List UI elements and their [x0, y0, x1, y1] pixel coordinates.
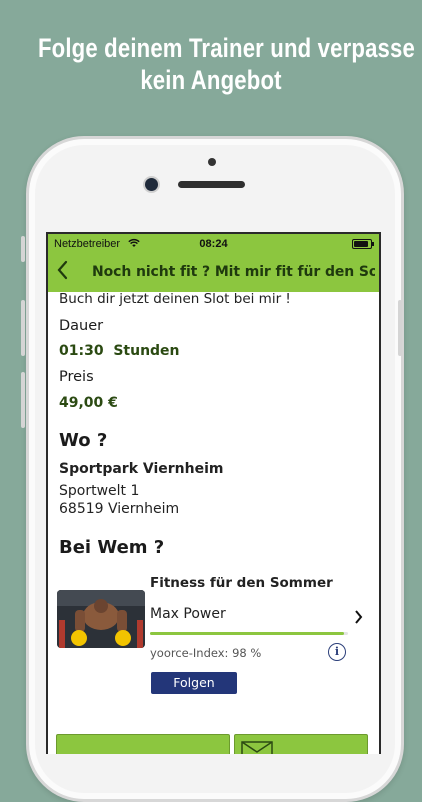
- trainer-first-name: Max: [150, 606, 179, 622]
- mail-icon: [241, 741, 273, 754]
- app-screen: Netzbetreiber 08:24 Noch nicht fit ? Mit…: [46, 232, 381, 754]
- venue-zip: 68519: [59, 501, 104, 517]
- trainer-last-name: Power: [183, 606, 226, 622]
- phone-power-button: [398, 300, 402, 356]
- price-label: Preis: [59, 369, 94, 385]
- chevron-right-icon[interactable]: [354, 608, 363, 629]
- info-icon[interactable]: i: [328, 643, 346, 661]
- location-heading: Wo ?: [59, 430, 108, 451]
- proximity-sensor: [208, 158, 216, 166]
- follow-button[interactable]: Folgen: [151, 672, 237, 694]
- price-value: 49,00 €: [59, 395, 118, 411]
- venue-zip-city: 68519 Viernheim: [59, 501, 179, 517]
- venue-name: Sportpark Viernheim: [59, 461, 224, 477]
- headline-line-2: kein Angebot: [140, 65, 282, 95]
- yoorce-index-bar-fill: [150, 632, 345, 635]
- trainer-photo[interactable]: [57, 590, 145, 648]
- nav-title: Noch nicht fit ? Mit mir fit für den Som…: [92, 264, 375, 280]
- trainer-heading: Bei Wem ?: [59, 537, 165, 558]
- contact-button[interactable]: [234, 734, 368, 754]
- duration-unit: Stunden: [113, 343, 180, 359]
- offer-intro: Buch dir jetzt deinen Slot bei mir !: [59, 291, 291, 307]
- trainer-name[interactable]: Max Power: [150, 606, 226, 622]
- navigation-bar: Noch nicht fit ? Mit mir fit für den Som…: [48, 254, 379, 292]
- promo-headline: Folge deinem Trainer und verpasse kein A…: [37, 32, 415, 96]
- trainer-program: Fitness für den Sommer: [150, 575, 333, 591]
- phone-volume-up: [21, 300, 25, 356]
- back-chevron-icon[interactable]: [56, 260, 68, 286]
- earpiece-speaker: [178, 181, 245, 188]
- duration-value: 01:30 Stunden: [59, 343, 180, 359]
- offer-detail-content: Buch dir jetzt deinen Slot bei mir ! Dau…: [48, 291, 379, 754]
- duration-number: 01:30: [59, 343, 104, 359]
- yoorce-index-bar: [150, 632, 348, 635]
- venue-street: Sportwelt 1: [59, 483, 140, 499]
- duration-label: Dauer: [59, 318, 104, 334]
- battery-icon: [352, 239, 374, 249]
- phone-volume-down: [21, 372, 25, 428]
- status-bar: Netzbetreiber 08:24: [48, 234, 379, 254]
- front-camera: [145, 178, 158, 191]
- book-button[interactable]: [56, 734, 230, 754]
- headline-line-1: Folge deinem Trainer und verpasse: [37, 33, 415, 63]
- phone-mute-switch: [21, 236, 25, 262]
- yoorce-index-label: yoorce-Index: 98 %: [150, 646, 262, 660]
- status-time: 08:24: [199, 238, 228, 250]
- venue-city: Viernheim: [108, 501, 180, 517]
